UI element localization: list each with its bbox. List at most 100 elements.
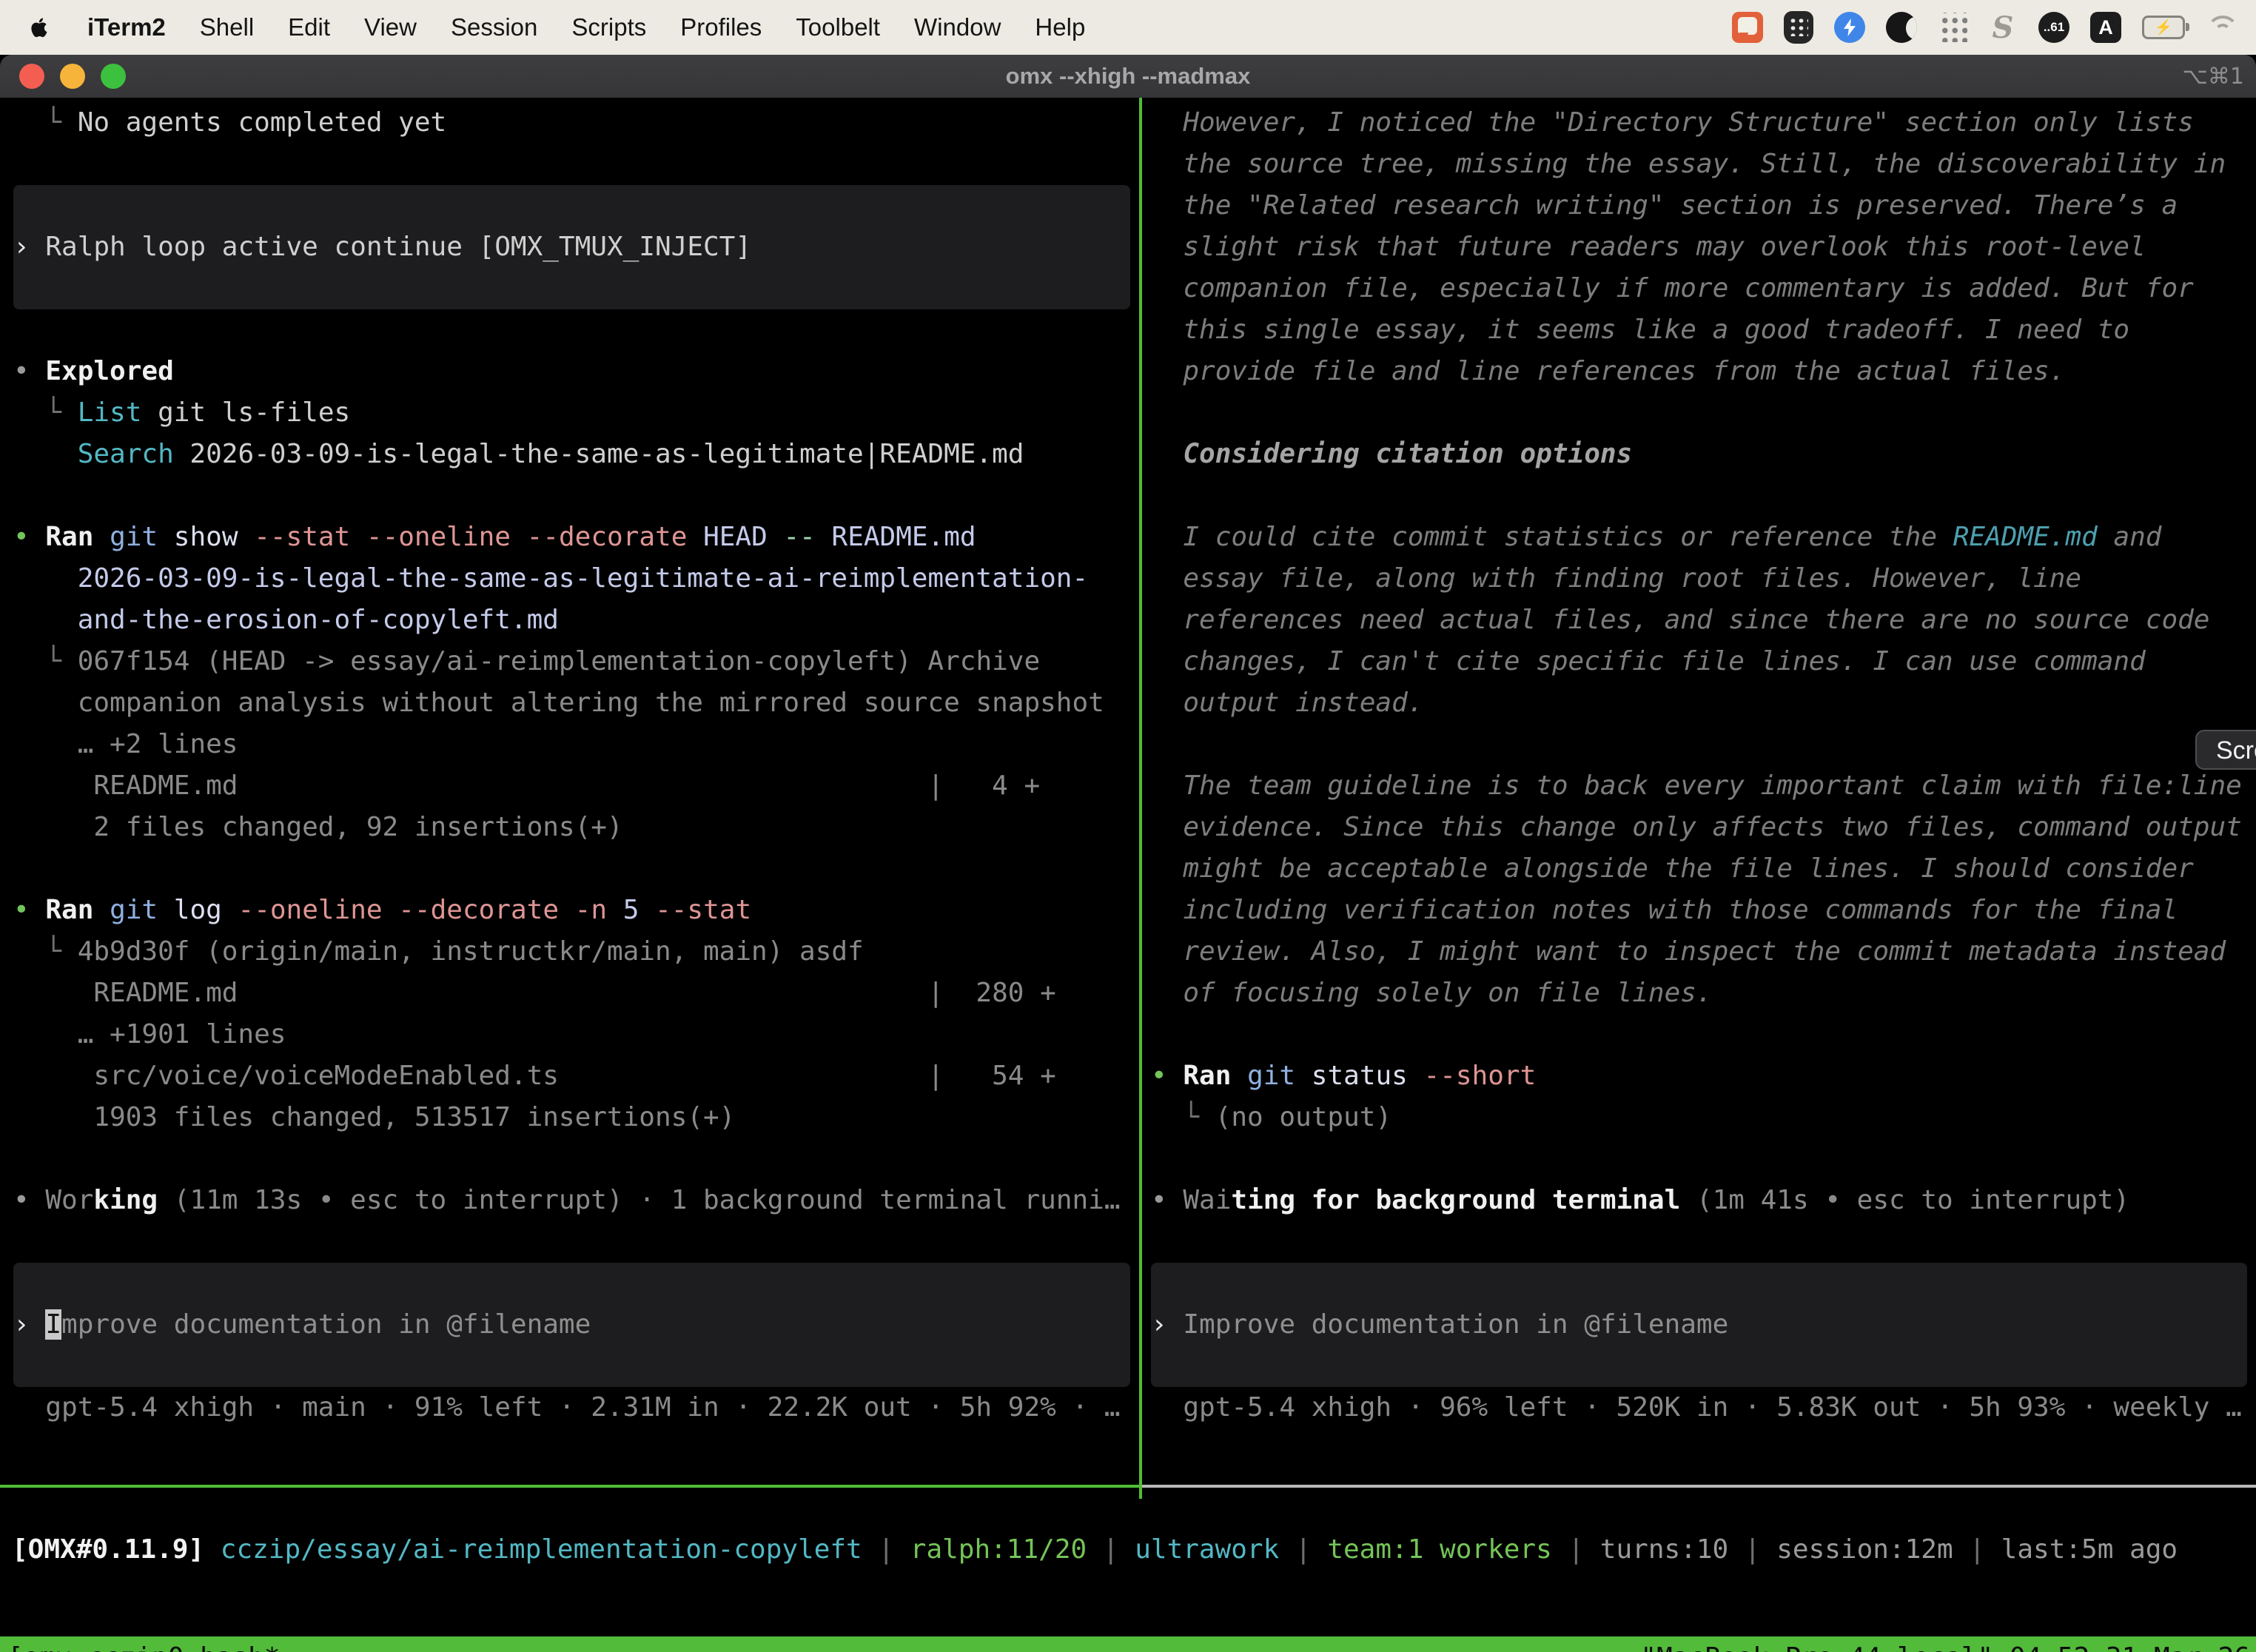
terminal-line: review. Also, I might want to inspect th…: [1151, 931, 2256, 973]
tmux-pane-right[interactable]: However, I noticed the "Directory Struct…: [1142, 98, 2256, 1497]
terminal-line: output instead.: [1151, 682, 2256, 724]
tmux-session-label: [omx-cczip0:bash*: [0, 1636, 280, 1652]
menu-item-view[interactable]: View: [364, 13, 417, 41]
terminal-line: The team guideline is to back every impo…: [1151, 765, 2256, 807]
terminal-line: slight risk that future readers may over…: [1151, 226, 2256, 268]
terminal-line: might be acceptable alongside the file l…: [1151, 848, 2256, 890]
terminal-blank-line: [1151, 1221, 2256, 1263]
terminal-line: └ No agents completed yet: [13, 102, 1139, 144]
pane-left-bottom-border: [0, 1485, 1139, 1488]
terminal-line: including verification notes with those …: [1151, 890, 2256, 931]
tab-shortcut-label: ⌥⌘1: [2182, 64, 2244, 90]
macos-menu-bar: iTerm2 Shell Edit View Session Scripts Profile…: [0, 0, 2256, 55]
terminal-blank-line: [13, 848, 1139, 890]
terminal-blank-line: [13, 1221, 1139, 1263]
terminal-blank-line: [1151, 1138, 2256, 1180]
terminal-line: essay file, along with finding root file…: [1151, 558, 2256, 600]
menu-status-icons: S ..61 A ⚡: [1732, 11, 2256, 44]
prompt-line: › Ralph loop active continue [OMX_TMUX_I…: [13, 226, 1130, 268]
terminal-line: gpt-5.4 xhigh · 96% left · 520K in · 5.8…: [1151, 1387, 2256, 1428]
terminal-line: • Ran git status --short: [1151, 1055, 2256, 1097]
pane-right-bottom-border: [1142, 1485, 2256, 1488]
screen-tooltip: Scre: [2195, 730, 2256, 770]
terminal-line: └ 4b9d30f (origin/main, instructkr/main,…: [13, 931, 1139, 973]
window-titlebar[interactable]: omx --xhigh --madmax ⌥⌘1: [0, 55, 2256, 98]
terminal-line: gpt-5.4 xhigh · main · 91% left · 2.31M …: [13, 1387, 1139, 1428]
menu-item-window[interactable]: Window: [914, 13, 1001, 41]
terminal-line: references need actual files, and since …: [1151, 600, 2256, 641]
moon-circle-icon[interactable]: [1886, 12, 1917, 43]
menu-item-shell[interactable]: Shell: [200, 13, 254, 41]
a-badge-icon[interactable]: A: [2090, 12, 2121, 43]
terminal-line: • Waiting for background terminal (1m 41…: [1151, 1180, 2256, 1221]
menu-item-toolbelt[interactable]: Toolbelt: [796, 13, 880, 41]
spiral-icon[interactable]: S: [1988, 11, 2018, 44]
terminal-line: companion analysis without altering the …: [13, 682, 1139, 724]
terminal-line: README.md | 4 +: [13, 765, 1139, 807]
terminal-line: … +1901 lines: [13, 1014, 1139, 1055]
terminal-line: Considering citation options: [1151, 434, 2256, 475]
counter-badge-icon[interactable]: ..61: [2038, 12, 2069, 43]
terminal-line: 1903 files changed, 513517 insertions(+): [13, 1097, 1139, 1138]
iterm2-window: omx --xhigh --madmax ⌥⌘1 └ No agents com…: [0, 55, 2256, 1652]
terminal-line: … +2 lines: [13, 724, 1139, 765]
terminal-line: • Ran git log --oneline --decorate -n 5 …: [13, 890, 1139, 931]
screen: iTerm2 Shell Edit View Session Scripts Profile…: [0, 0, 2256, 1652]
terminal-line: this single essay, it seems like a good …: [1151, 309, 2256, 351]
omx-status-bar: [OMX#0.11.9] cczip/essay/ai-reimplementa…: [12, 1529, 2178, 1571]
terminal-blank-line: [13, 144, 1139, 185]
terminal-line: └ 067f154 (HEAD -> essay/ai-reimplementa…: [13, 641, 1139, 682]
badge-grid-icon[interactable]: [1784, 11, 1813, 44]
chat-icon[interactable]: [1732, 12, 1763, 43]
menu-item-session[interactable]: Session: [451, 13, 537, 41]
terminal-line: • Ran git show --stat --oneline --decora…: [13, 517, 1139, 558]
terminal-blank-line: [1151, 392, 2256, 434]
terminal-blank-line: [1151, 724, 2256, 765]
menu-items: iTerm2 Shell Edit View Session Scripts Profile…: [0, 13, 1085, 42]
tmux-pane-left[interactable]: └ No agents completed yet › Ralph loop ac…: [0, 98, 1139, 1497]
terminal-line: and-the-erosion-of-copyleft.md: [13, 600, 1139, 641]
wifi-icon[interactable]: [2206, 14, 2238, 41]
terminal-line: of focusing solely on file lines.: [1151, 973, 2256, 1014]
terminal-line: README.md | 280 +: [13, 973, 1139, 1014]
terminal-line: the "Related research writing" section i…: [1151, 185, 2256, 226]
terminal-line: Search 2026-03-09-is-legal-the-same-as-l…: [13, 434, 1139, 475]
battery-icon[interactable]: ⚡: [2142, 16, 2185, 39]
tmux-host-clock-label: "MacBook-Pro-44.local" 04:52 31-Mar-26: [1640, 1636, 2256, 1652]
terminal-line: 2 files changed, 92 insertions(+): [13, 807, 1139, 848]
blue-bolt-icon[interactable]: [1834, 12, 1865, 43]
terminal-line: provide file and line references from th…: [1151, 351, 2256, 392]
prompt-input-box[interactable]: › Improve documentation in @filename: [1151, 1263, 2247, 1387]
prompt-line: › Improve documentation in @filename: [13, 1304, 1130, 1346]
apple-icon[interactable]: [28, 13, 53, 42]
terminal-blank-line: [13, 1138, 1139, 1180]
terminal-blank-line: [1151, 475, 2256, 517]
terminal-line: • Explored: [13, 351, 1139, 392]
terminal-line: src/voice/voiceModeEnabled.ts | 54 +: [13, 1055, 1139, 1097]
terminal-line: • Working (11m 13s • esc to interrupt) ·…: [13, 1180, 1139, 1221]
menu-item-scripts[interactable]: Scripts: [571, 13, 646, 41]
terminal-blank-line: [13, 475, 1139, 517]
terminal-blank-line: [1151, 1014, 2256, 1055]
terminal-line: └ List git ls-files: [13, 392, 1139, 434]
terminal-line: └ (no output): [1151, 1097, 2256, 1138]
terminal-line: changes, I can't cite specific file line…: [1151, 641, 2256, 682]
menu-item-help[interactable]: Help: [1035, 13, 1085, 41]
tmux-status-bar: [omx-cczip0:bash* "MacBook-Pro-44.local"…: [0, 1636, 2256, 1652]
dots-grid-icon[interactable]: [1938, 13, 1967, 42]
terminal-line: I could cite commit statistics or refere…: [1151, 517, 2256, 558]
prompt-history-box: › Ralph loop active continue [OMX_TMUX_I…: [13, 185, 1130, 309]
menu-item-edit[interactable]: Edit: [288, 13, 330, 41]
terminal-line: evidence. Since this change only affects…: [1151, 807, 2256, 848]
terminal-area: └ No agents completed yet › Ralph loop ac…: [0, 98, 2256, 1652]
menu-item-profiles[interactable]: Profiles: [680, 13, 762, 41]
window-title: omx --xhigh --madmax: [0, 63, 2256, 90]
terminal-line: However, I noticed the "Directory Struct…: [1151, 102, 2256, 144]
terminal-blank-line: [13, 309, 1139, 351]
prompt-line: › Improve documentation in @filename: [1151, 1304, 2247, 1346]
terminal-line: the source tree, missing the essay. Stil…: [1151, 144, 2256, 185]
menu-item-iterm2[interactable]: iTerm2: [87, 13, 166, 41]
prompt-input-box[interactable]: › Improve documentation in @filename: [13, 1263, 1130, 1387]
terminal-line: companion file, especially if more comme…: [1151, 268, 2256, 309]
terminal-line: 2026-03-09-is-legal-the-same-as-legitima…: [13, 558, 1139, 600]
